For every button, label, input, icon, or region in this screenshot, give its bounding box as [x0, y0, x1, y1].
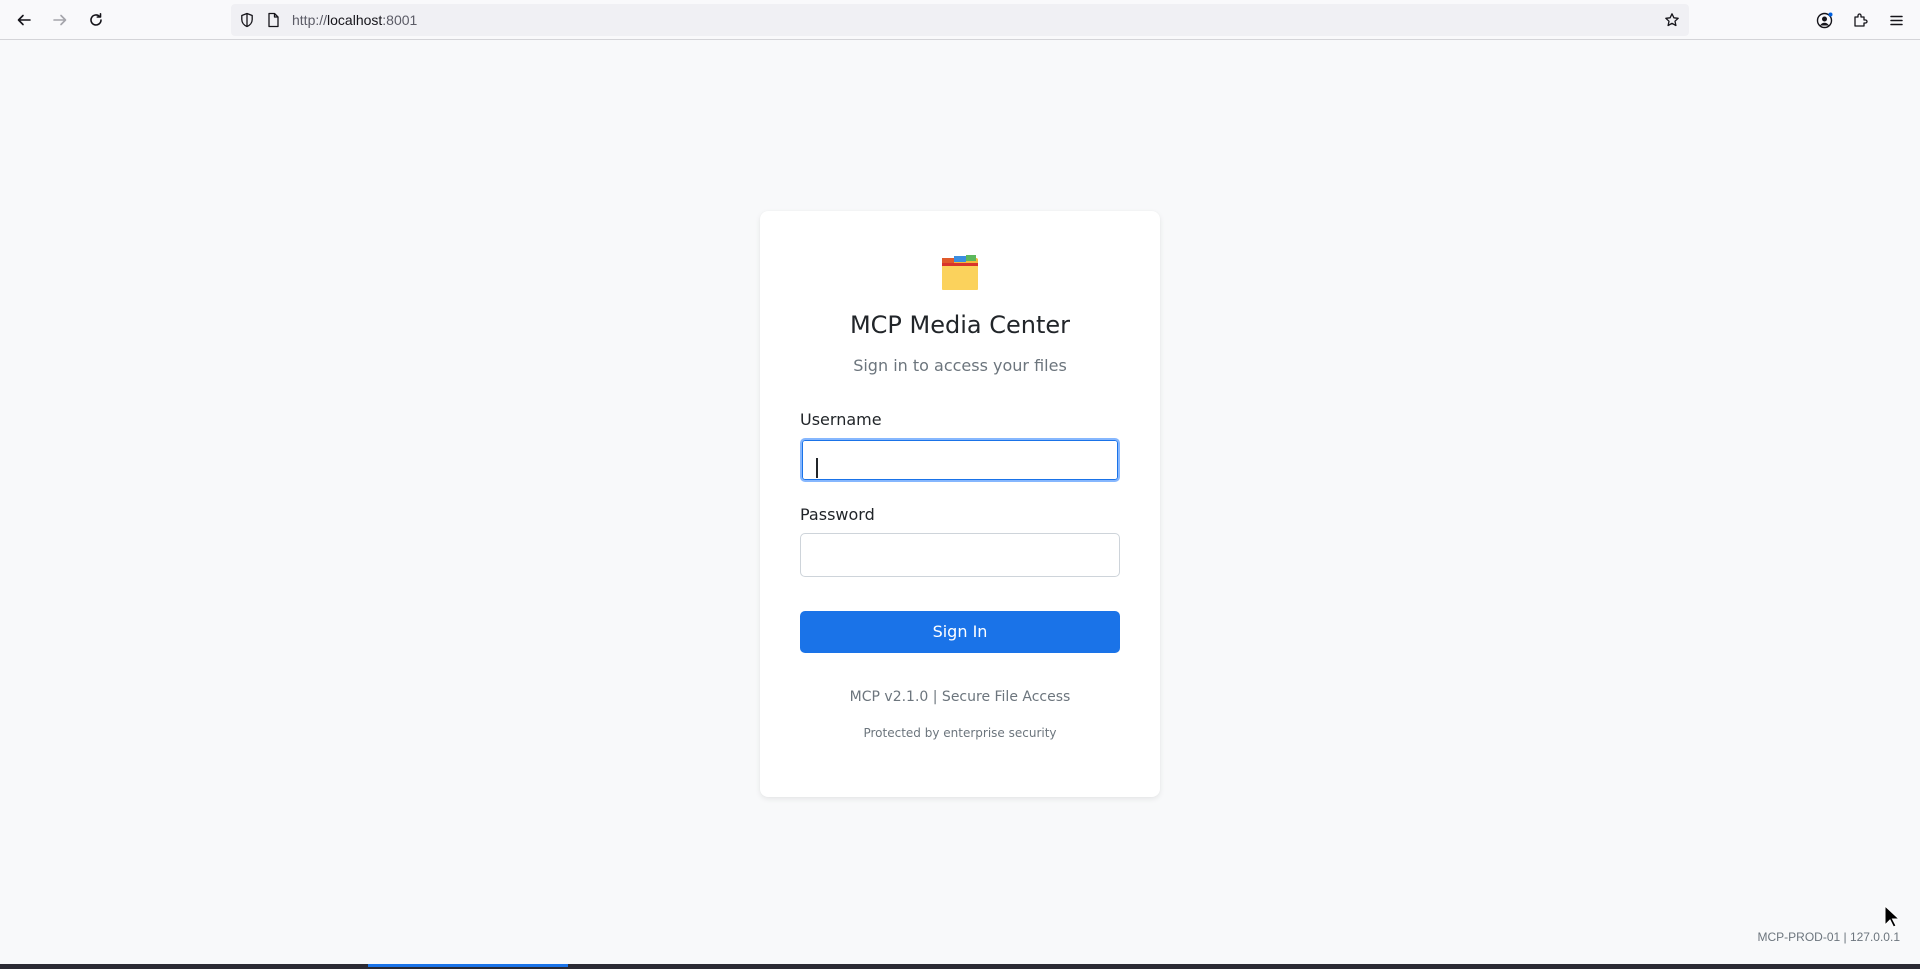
puzzle-piece-icon: [1853, 12, 1868, 27]
app-menu-button[interactable]: [1882, 6, 1910, 34]
back-button[interactable]: [10, 6, 38, 34]
password-input[interactable]: [800, 533, 1120, 577]
sign-in-button[interactable]: Sign In: [800, 611, 1120, 653]
security-note: Protected by enterprise security: [863, 726, 1057, 740]
back-arrow-icon: [17, 14, 31, 26]
bookmark-star-icon[interactable]: [1664, 12, 1680, 28]
username-input[interactable]: [800, 438, 1120, 482]
active-indicator: [368, 964, 568, 967]
password-label: Password: [800, 505, 875, 524]
file-folder-icon: [942, 255, 978, 290]
mouse-pointer-icon: [1884, 905, 1900, 928]
server-info: MCP-PROD-01 | 127.0.0.1: [1757, 930, 1900, 944]
page-icon[interactable]: [265, 12, 281, 28]
url-host: localhost: [327, 12, 383, 28]
reload-icon: [90, 13, 102, 26]
version-info: MCP v2.1.0 | Secure File Access: [849, 689, 1071, 705]
forward-button[interactable]: [46, 6, 74, 34]
reload-button[interactable]: [82, 6, 110, 34]
text-caret: [816, 458, 818, 478]
login-subtitle: Sign in to access your files: [853, 356, 1067, 375]
url-text[interactable]: http://localhost:8001: [292, 4, 417, 36]
shield-icon[interactable]: [239, 12, 255, 28]
app-title: MCP Media Center: [849, 311, 1071, 339]
url-port: :8001: [382, 12, 418, 28]
username-label: Username: [800, 410, 882, 429]
browser-toolbar: http://localhost:8001: [0, 0, 1920, 40]
account-button[interactable]: [1810, 6, 1838, 34]
extensions-button[interactable]: [1846, 6, 1874, 34]
address-bar[interactable]: http://localhost:8001: [231, 4, 1689, 36]
hamburger-menu-icon: [1889, 15, 1903, 25]
account-icon: [1816, 12, 1832, 28]
url-scheme: http://: [292, 12, 328, 28]
page-viewport: MCP Media Center Sign in to access your …: [0, 41, 1920, 965]
forward-arrow-icon: [53, 14, 67, 26]
login-card: MCP Media Center Sign in to access your …: [760, 211, 1160, 797]
taskbar-strip: [0, 964, 1920, 969]
